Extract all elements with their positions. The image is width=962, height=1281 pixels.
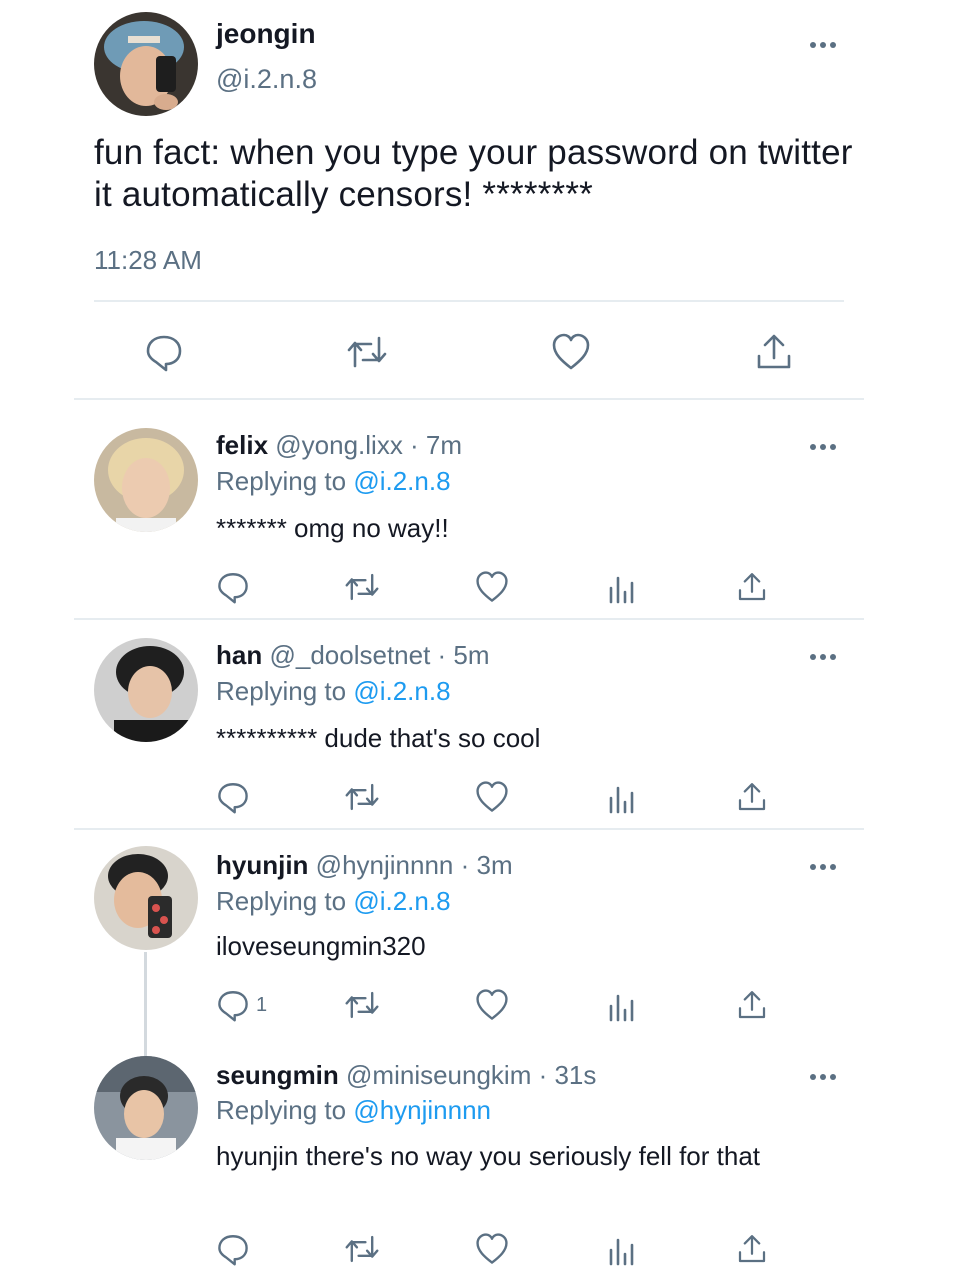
divider [94,300,844,302]
reply-author-handle[interactable]: @_doolsetnet · 5m [269,640,489,670]
reply-text: ********** dude that's so cool [216,723,541,753]
reply-author-name[interactable]: seungmin [216,1060,339,1090]
replying-to: Replying to @hynjinnnn [216,1095,491,1126]
replying-label: Replying to [216,886,347,916]
replying-to-link[interactable]: @hynjinnnn [353,1095,491,1125]
reply-text: ******* omg no way!! [216,513,449,543]
more-icon[interactable] [808,440,838,452]
tweet-text: fun fact: when you type your password on… [94,133,853,214]
replying-label: Replying to [216,1095,347,1125]
reply-icon[interactable] [216,780,250,814]
reply-icon[interactable] [216,988,250,1022]
avatar-han[interactable] [94,638,198,742]
reply-author-handle[interactable]: @hynjinnnn · 3m [316,850,513,880]
like-icon[interactable] [550,332,592,372]
more-icon[interactable] [808,1070,838,1082]
more-icon[interactable] [808,860,838,872]
replying-to-link[interactable]: @i.2.n.8 [353,886,450,916]
reply-count: 1 [256,994,268,1016]
author-handle[interactable]: @i.2.n.8 [216,64,317,95]
retweet-icon[interactable] [345,332,389,372]
avatar-hyunjin[interactable] [94,846,198,950]
reply-text: hyunjin there's no way you seriously fel… [216,1141,761,1171]
reply-header: seungmin @miniseungkim · 31s [216,1060,596,1091]
retweet-icon[interactable] [343,988,381,1022]
share-icon[interactable] [754,332,794,372]
retweet-icon[interactable] [343,570,381,604]
replying-to: Replying to @i.2.n.8 [216,466,451,497]
analytics-icon[interactable] [607,1234,637,1266]
replying-to: Replying to @i.2.n.8 [216,676,451,707]
reply-icon[interactable] [216,1232,250,1266]
more-icon[interactable] [808,38,838,50]
analytics-icon[interactable] [607,782,637,814]
retweet-icon[interactable] [343,780,381,814]
reply-author-handle[interactable]: @yong.lixx · 7m [275,430,462,460]
replying-to: Replying to @i.2.n.8 [216,886,451,917]
reply-icon[interactable] [144,332,184,372]
share-icon[interactable] [736,988,768,1022]
replying-to-link[interactable]: @i.2.n.8 [353,466,450,496]
replying-to-link[interactable]: @i.2.n.8 [353,676,450,706]
analytics-icon[interactable] [607,572,637,604]
divider [74,828,864,830]
share-icon[interactable] [736,780,768,814]
reply-author-handle[interactable]: @miniseungkim · 31s [346,1060,596,1090]
like-icon[interactable] [474,780,510,814]
like-icon[interactable] [474,570,510,604]
retweet-icon[interactable] [343,1232,381,1266]
reply-header: han @_doolsetnet · 5m [216,640,490,671]
reply-header: hyunjin @hynjinnnn · 3m [216,850,513,881]
avatar-seungmin[interactable] [94,1056,198,1160]
reply-icon[interactable] [216,570,250,604]
divider [74,618,864,620]
tweet-timestamp[interactable]: 11:28 AM [94,245,202,276]
share-icon[interactable] [736,570,768,604]
thread-connector [144,952,147,1060]
more-icon[interactable] [808,650,838,662]
replying-label: Replying to [216,466,347,496]
reply-text: iloveseungmin320 [216,931,426,961]
analytics-icon[interactable] [607,990,637,1022]
like-icon[interactable] [474,1232,510,1266]
author-name[interactable]: jeongin [216,18,316,50]
avatar-felix[interactable] [94,428,198,532]
divider [74,398,864,400]
avatar-jeongin[interactable] [94,12,198,116]
reply-author-name[interactable]: hyunjin [216,850,308,880]
replying-label: Replying to [216,676,347,706]
reply-author-name[interactable]: han [216,640,262,670]
reply-author-name[interactable]: felix [216,430,268,460]
share-icon[interactable] [736,1232,768,1266]
like-icon[interactable] [474,988,510,1022]
reply-header: felix @yong.lixx · 7m [216,430,462,461]
